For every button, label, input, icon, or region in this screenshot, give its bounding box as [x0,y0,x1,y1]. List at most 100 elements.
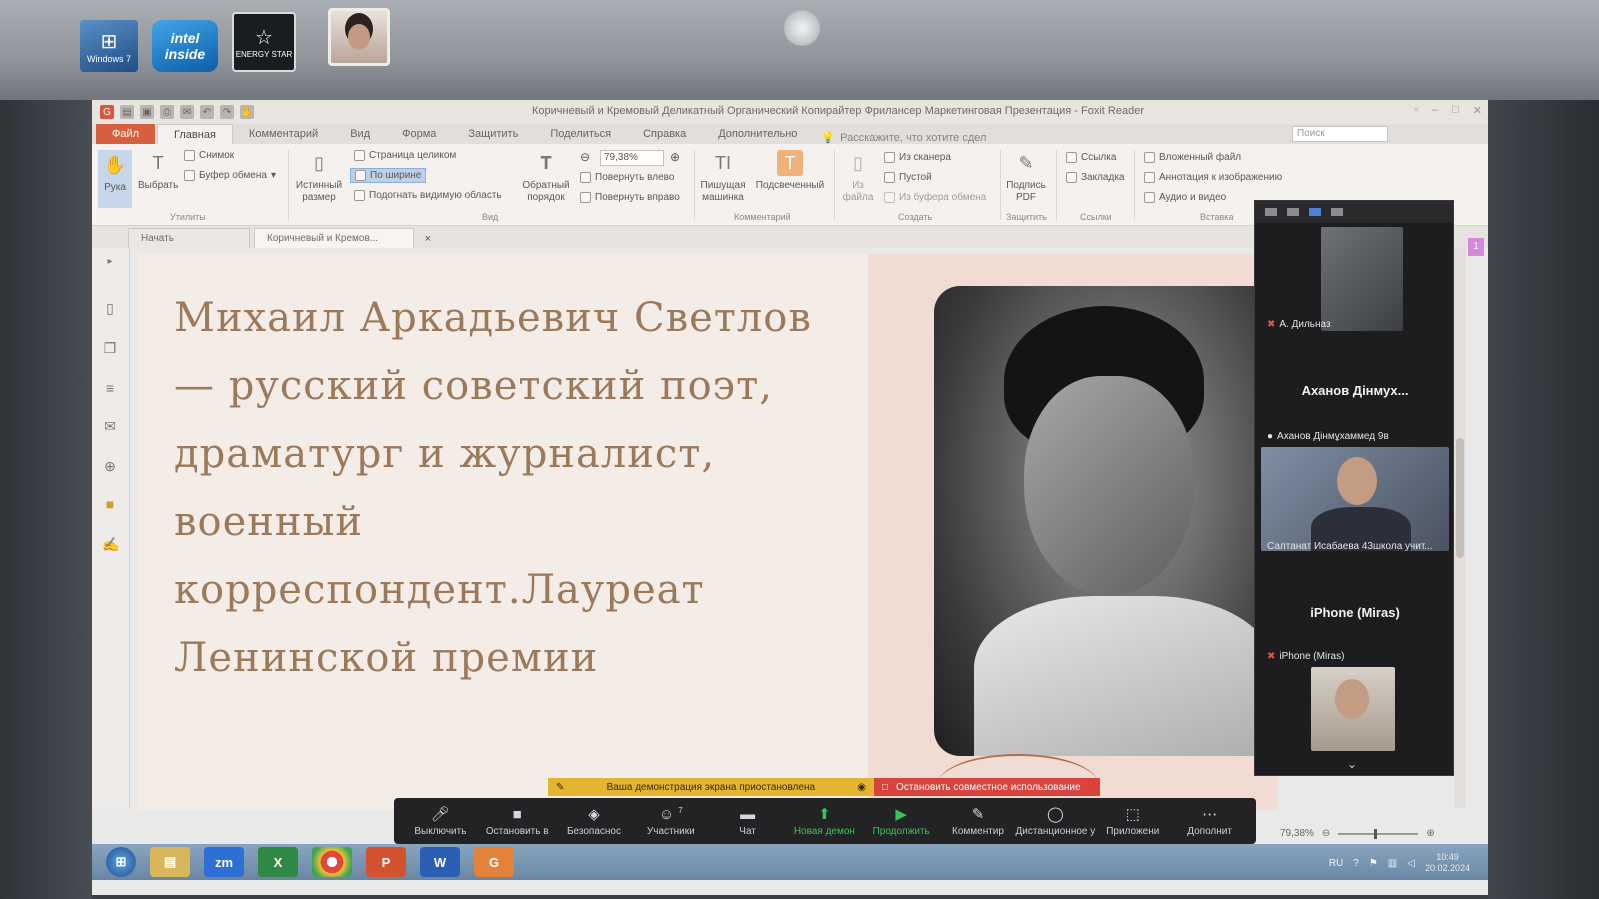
minimize-panel-icon[interactable] [1265,208,1277,216]
chat-button[interactable]: ▬ Чат [709,798,786,844]
help-icon[interactable]: ? [1353,858,1359,869]
bookmark-button[interactable]: Закладка [1066,172,1124,183]
layers-icon[interactable]: ≡ [102,380,118,396]
expand-arrow-icon[interactable]: ▸ [102,254,118,270]
tab-file[interactable]: Файл [96,124,156,144]
minimize-icon[interactable]: ‒ [1432,104,1438,117]
resume-button[interactable]: ▶ Продолжить [863,798,940,844]
hand-tool-quick-icon[interactable]: ✋ [240,105,254,119]
participant-name-label: А. Дильназ [1279,319,1331,330]
tab-comment[interactable]: Комментарий [233,124,334,144]
sign-pdf-button[interactable]: ✎ Подпись PDF [1004,150,1048,204]
annotate-button[interactable]: ✎ Комментир [940,798,1017,844]
group-label-insert: Вставка [1200,212,1234,222]
zoom-app-icon[interactable]: zm [204,847,244,877]
zoom-out-icon[interactable]: ⊖ [580,150,590,164]
mute-button[interactable]: 🎤︎ Выключить [402,798,479,844]
close-icon[interactable]: ✕ [1473,104,1482,117]
clipboard-button[interactable]: Буфер обмена ▾ [184,170,276,181]
zoom-out-icon[interactable]: ⊖ [1322,828,1330,839]
start-button[interactable]: ⊞ [106,847,136,877]
lock-icon[interactable]: ■ [102,496,118,512]
strip-view-icon[interactable] [1287,208,1299,216]
search-input[interactable]: Поиск [1292,126,1388,142]
language-indicator[interactable]: RU [1329,858,1343,869]
network-icon[interactable]: ▥ [1388,858,1397,869]
redo-icon[interactable]: ↷ [220,105,234,119]
explorer-icon[interactable]: ▤ [150,847,190,877]
zoom-in-icon[interactable]: ⊕ [1426,828,1434,839]
print-icon[interactable]: ⎙ [160,105,174,119]
undo-icon[interactable]: ↶ [200,105,214,119]
zoom-slider[interactable] [1338,828,1419,839]
scrollbar-thumb[interactable] [1456,438,1464,558]
highlight-button[interactable]: T Подсвеченный [752,150,828,192]
tab-extra[interactable]: Дополнительно [702,124,813,144]
tab-document[interactable]: Коричневый и Кремов... × [254,228,431,248]
link-button[interactable]: Ссылка [1066,152,1116,163]
restore-icon[interactable]: ▫ [1414,104,1418,117]
image-annotation-button[interactable]: Аннотация к изображению [1144,172,1282,183]
powerpoint-icon[interactable]: P [366,847,406,877]
more-button[interactable]: ⋯ Дополнит [1171,798,1248,844]
from-scanner-button[interactable]: Из сканера [884,152,951,163]
audio-video-button[interactable]: Аудио и видео [1144,192,1226,203]
zoom-field[interactable]: 79,38% [600,150,664,166]
comments-icon[interactable]: ✉ [102,418,118,434]
typewriter-button[interactable]: TI Пишущая машинка [698,150,748,204]
save-icon[interactable]: ▣ [140,105,154,119]
signature-icon[interactable]: ✍ [102,536,119,552]
participants-button[interactable]: ☺ 7 Участники [632,798,709,844]
tab-view[interactable]: Вид [334,124,386,144]
from-scanner-label: Из сканера [899,152,951,163]
from-clipboard-button[interactable]: Из буфера обмена [884,192,986,203]
snapshot-button[interactable]: Снимок [184,150,234,161]
volume-icon[interactable]: ◁ [1407,858,1415,869]
word-icon[interactable]: W [420,847,460,877]
fit-page-button[interactable]: Страница целиком [354,150,456,161]
attachment-panel-icon[interactable]: ⊕ [102,458,118,474]
tab-share[interactable]: Поделиться [534,124,627,144]
stop-share-button[interactable]: □ Остановить совместное использование [874,778,1100,796]
fit-visible-button[interactable]: Подогнать видимую область [354,190,502,201]
reflow-button[interactable]: 𝐓 Обратный порядок [520,150,572,204]
pages-icon[interactable]: ❐ [102,340,118,356]
tab-home[interactable]: Главная [157,124,233,144]
remote-control-button[interactable]: ◯ Дистанционное у [1016,798,1096,844]
close-tab-icon[interactable]: × [425,229,431,249]
vertical-scrollbar[interactable] [1454,248,1466,808]
open-icon[interactable]: ▤ [120,105,134,119]
attached-file-button[interactable]: Вложенный файл [1144,152,1241,163]
apps-button[interactable]: ⬚ Приложени [1094,798,1171,844]
clock[interactable]: 10:49 20.02.2024 [1425,852,1470,874]
chrome-icon[interactable] [312,847,352,877]
rotate-left-button[interactable]: Повернуть влево [580,172,674,183]
tab-form[interactable]: Форма [386,124,452,144]
mail-icon[interactable]: ✉ [180,105,194,119]
status-zoom-value[interactable]: 79,38% [1280,828,1314,839]
security-button[interactable]: ◈ Безопаснос [556,798,633,844]
chevron-down-icon[interactable]: ⌄ [1347,757,1357,771]
stop-video-button[interactable]: ■ Остановить в [479,798,556,844]
tab-start[interactable]: Начать [128,228,250,248]
tell-me-box[interactable]: 💡 Расскажите, что хотите сдел [821,131,986,145]
foxit-taskbar-icon[interactable]: G [474,847,514,877]
excel-icon[interactable]: X [258,847,298,877]
from-file-button[interactable]: ▯ Из файла [838,150,878,204]
new-share-button[interactable]: ⬆ Новая демон [786,798,863,844]
foxit-app-icon[interactable]: G [100,105,114,119]
rotate-right-button[interactable]: Повернуть вправо [580,192,680,203]
hand-tool-button[interactable]: ✋ Рука [98,150,132,208]
gallery-view-icon[interactable] [1331,208,1343,216]
fit-width-button[interactable]: По ширине [350,168,427,183]
select-tool-button[interactable]: T Выбрать [138,150,178,192]
flag-icon[interactable]: ⚑ [1369,858,1378,869]
page-thumbnails-icon[interactable]: ▯ [102,300,118,316]
tab-protect[interactable]: Защитить [452,124,534,144]
speaker-view-icon[interactable] [1309,208,1321,216]
blank-button[interactable]: Пустой [884,172,932,183]
maximize-icon[interactable]: □ [1452,104,1459,117]
tab-help[interactable]: Справка [627,124,702,144]
zoom-in-icon[interactable]: ⊕ [670,150,680,164]
actual-size-button[interactable]: ▯ Истинный размер [294,150,344,204]
